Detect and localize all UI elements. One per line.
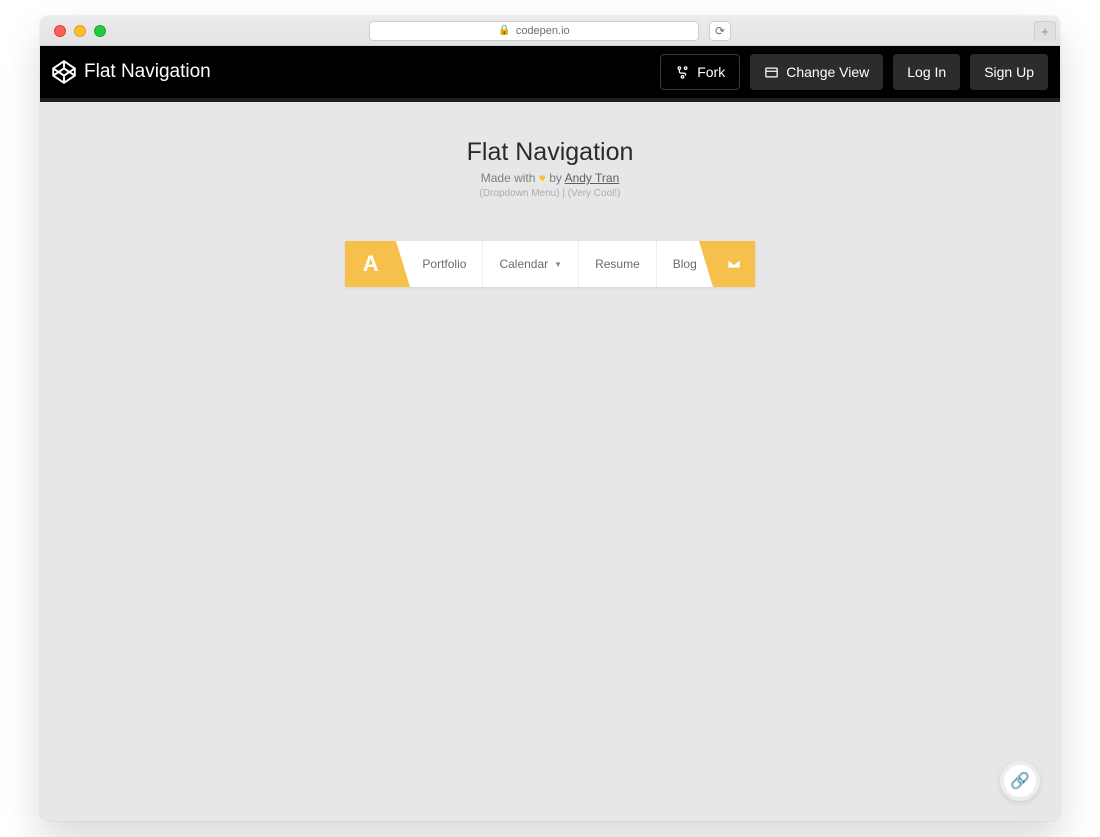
change-view-button[interactable]: Change View [750, 54, 883, 90]
author-link[interactable]: Andy Tran [565, 171, 620, 185]
close-window-button[interactable] [54, 25, 66, 37]
chevron-down-icon: ▼ [554, 260, 562, 269]
url-bar[interactable]: 🔒 codepen.io [369, 21, 699, 41]
nav-item-calendar[interactable]: Calendar ▼ [483, 241, 579, 287]
hero-meta: (Dropdown Menu) | (Very Cool!) [40, 188, 1060, 199]
codepen-logo-icon [52, 60, 76, 84]
change-view-label: Change View [786, 64, 869, 80]
hero-title: Flat Navigation [40, 138, 1060, 167]
share-link-button[interactable]: 🔗 [1000, 761, 1040, 801]
fork-button[interactable]: Fork [660, 54, 740, 90]
nav-item-label: Calendar [499, 257, 548, 271]
codepen-header: Flat Navigation Fork Change View Log In … [40, 46, 1060, 98]
lock-icon: 🔒 [498, 25, 510, 36]
change-view-icon [764, 65, 779, 80]
login-label: Log In [907, 64, 946, 80]
reload-button[interactable]: ⟳ [709, 21, 731, 41]
url-text: codepen.io [516, 25, 570, 37]
flat-nav: A Portfolio Calendar ▼ Resume Blog [345, 241, 755, 287]
window-controls [40, 25, 106, 37]
hero-block: Flat Navigation Made with ♥ by Andy Tran… [40, 138, 1060, 199]
brand-letter: A [363, 251, 379, 277]
nav-mail-button[interactable] [713, 241, 755, 287]
signup-button[interactable]: Sign Up [970, 54, 1048, 90]
fork-label: Fork [697, 64, 725, 80]
signup-label: Sign Up [984, 64, 1034, 80]
heart-icon: ♥ [539, 171, 546, 185]
login-button[interactable]: Log In [893, 54, 960, 90]
minimize-window-button[interactable] [74, 25, 86, 37]
pen-content: Flat Navigation Made with ♥ by Andy Tran… [40, 102, 1060, 821]
made-with-prefix: Made with [481, 171, 539, 185]
nav-item-label: Blog [673, 257, 697, 271]
nav-item-resume[interactable]: Resume [579, 241, 657, 287]
maximize-window-button[interactable] [94, 25, 106, 37]
nav-item-label: Portfolio [422, 257, 466, 271]
nav-item-label: Resume [595, 257, 640, 271]
nav-brand[interactable]: A [345, 241, 396, 287]
pen-title: Flat Navigation [84, 61, 211, 83]
new-tab-button[interactable]: + [1034, 21, 1056, 41]
titlebar: 🔒 codepen.io ⟳ + [40, 16, 1060, 46]
browser-window: 🔒 codepen.io ⟳ + Flat Navigation Fork Ch… [40, 16, 1060, 821]
link-icon: 🔗 [1010, 771, 1030, 791]
mail-icon [726, 256, 742, 272]
fork-icon [675, 65, 690, 80]
codepen-logo[interactable]: Flat Navigation [52, 60, 211, 84]
made-with-suffix: by [546, 171, 565, 185]
hero-subtitle: Made with ♥ by Andy Tran [40, 171, 1060, 185]
